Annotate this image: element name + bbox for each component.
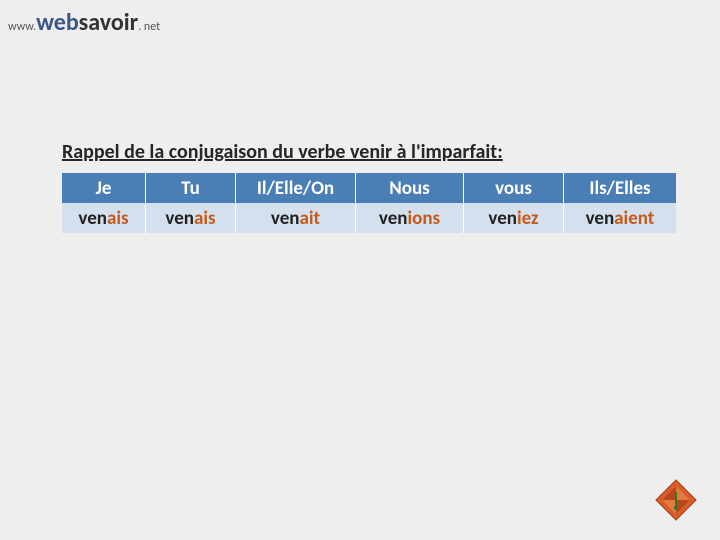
- stem: ven: [379, 207, 408, 230]
- pronoun-cell: Je: [62, 173, 146, 203]
- site-savoir: savoir: [79, 8, 139, 37]
- stem: ven: [165, 207, 194, 230]
- site-web: web: [36, 8, 79, 37]
- pronoun-cell: vous: [464, 173, 564, 203]
- table-col: Ils/Elles venaient: [564, 173, 676, 233]
- site-www: www.: [8, 20, 36, 34]
- form-cell: venions: [356, 203, 464, 233]
- ending: iez: [517, 207, 539, 230]
- form-cell: venait: [236, 203, 356, 233]
- form-cell: venaient: [564, 203, 676, 233]
- stem: ven: [488, 207, 517, 230]
- page-title: Rappel de la conjugaison du verbe venir …: [62, 140, 503, 164]
- title-prefix: Rappel de la conjugaison du verbe: [62, 140, 350, 164]
- pronoun-cell: Il/Elle/On: [236, 173, 356, 203]
- ending: ait: [299, 207, 320, 230]
- ending: ais: [194, 207, 216, 230]
- table-col: Il/Elle/On venait: [236, 173, 356, 233]
- ending: ais: [107, 207, 129, 230]
- stem: ven: [271, 207, 300, 230]
- table-col: vous veniez: [464, 173, 564, 233]
- site-net: . net: [138, 20, 160, 34]
- stem: ven: [78, 207, 107, 230]
- diamond-icon: [654, 478, 698, 522]
- ending: ions: [407, 207, 440, 230]
- site-header: www.websavoir. net: [8, 8, 160, 37]
- title-suffix: à l'imparfait:: [392, 140, 503, 164]
- form-cell: venais: [146, 203, 236, 233]
- pronoun-cell: Ils/Elles: [564, 173, 676, 203]
- table-col: Je venais: [62, 173, 146, 233]
- pronoun-cell: Nous: [356, 173, 464, 203]
- conjugation-table: Je venais Tu venais Il/Elle/On venait No…: [62, 173, 676, 233]
- form-cell: venais: [62, 203, 146, 233]
- form-cell: veniez: [464, 203, 564, 233]
- stem: ven: [586, 207, 615, 230]
- table-col: Nous venions: [356, 173, 464, 233]
- title-verb: venir: [350, 140, 392, 164]
- table-col: Tu venais: [146, 173, 236, 233]
- pronoun-cell: Tu: [146, 173, 236, 203]
- ending: aient: [614, 207, 654, 230]
